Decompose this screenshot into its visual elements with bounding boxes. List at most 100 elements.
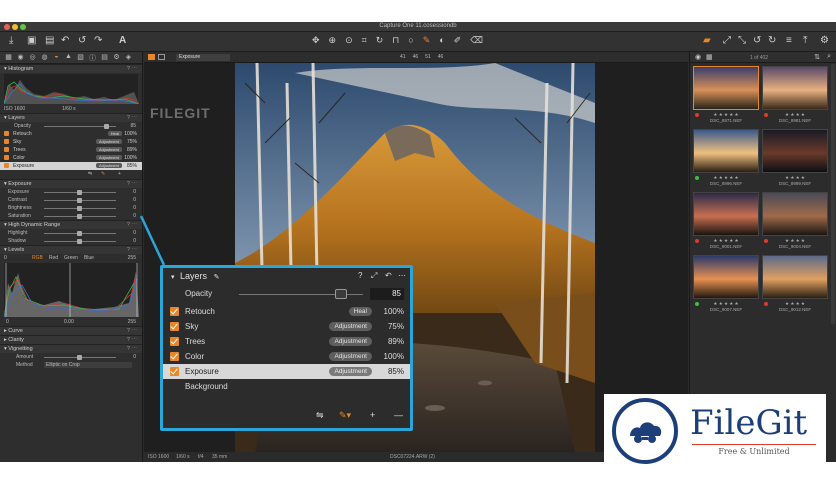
popup-opacity-knob[interactable] <box>335 289 347 299</box>
popup-layer-checkbox[interactable] <box>170 322 179 331</box>
slider-value[interactable]: 0 <box>133 229 136 237</box>
popup-brush-icon[interactable]: ✎▾ <box>339 410 351 421</box>
opacity-knob[interactable] <box>104 124 109 129</box>
histogram-header[interactable]: ▾ Histogram? ⋯ <box>0 64 142 73</box>
popup-layer-row[interactable]: Color Adjustment 100% <box>163 349 410 364</box>
opacity-slider[interactable] <box>44 124 116 129</box>
popup-mask-icon[interactable]: ⇋ <box>316 410 324 421</box>
batch-tab-icon[interactable]: ⚙ <box>112 53 121 62</box>
zoom-tab[interactable]: 51 <box>425 54 431 60</box>
popup-edit-icon[interactable]: ✎ <box>214 274 220 281</box>
layer-checkbox[interactable] <box>4 139 9 144</box>
color-tab-icon[interactable]: ◍ <box>40 53 49 62</box>
layer-row[interactable]: Sky Adjustment 75% <box>0 138 142 146</box>
method-select[interactable]: Elliptic on Crop <box>44 362 132 368</box>
camera-icon[interactable]: ▣ <box>27 35 36 47</box>
levels-input-low[interactable]: 0 <box>6 319 9 325</box>
adjust-slider[interactable] <box>44 206 116 211</box>
capture-tab-icon[interactable]: ◉ <box>16 53 25 62</box>
slider-value[interactable]: 0 <box>133 196 136 204</box>
rotate-icon[interactable]: ↻ <box>376 35 384 48</box>
add-layer-icon[interactable]: + <box>118 170 121 178</box>
rotate-right-icon[interactable]: ↻ <box>768 35 776 47</box>
slider-knob[interactable] <box>77 214 82 219</box>
popup-help-icon[interactable]: ? <box>358 268 362 284</box>
clarity-header[interactable]: ▸ Clarity? ⋯ <box>0 335 142 344</box>
zoom-tab[interactable]: 41 <box>400 54 406 60</box>
layer-mask-icon[interactable]: ⇋ <box>88 170 92 178</box>
color-tag-icon[interactable] <box>764 239 768 243</box>
layer-checkbox[interactable] <box>4 147 9 152</box>
eye-icon[interactable]: ◉ <box>695 53 701 61</box>
mask-icon[interactable]: ◐ <box>439 35 444 48</box>
layer-checkbox[interactable] <box>4 155 9 160</box>
levels-low[interactable]: 0 <box>4 255 7 261</box>
layer-row[interactable]: Trees Adjustment 89% <box>0 146 142 154</box>
color-tag-icon[interactable] <box>695 113 699 117</box>
vignetting-help-icon[interactable]: ? ⋯ <box>127 346 137 353</box>
rotate-left-icon[interactable]: ↺ <box>753 35 761 47</box>
help-icon[interactable]: ? ⋯ <box>127 66 137 73</box>
levels-channel-tab[interactable]: Blue <box>84 254 94 262</box>
popup-opacity-slider[interactable] <box>239 289 363 299</box>
amount-value[interactable]: 0 <box>133 353 136 361</box>
layers-help-icon[interactable]: ? ⋯ <box>127 115 137 122</box>
hdr-help-icon[interactable]: ? ⋯ <box>127 222 137 229</box>
hdr-header[interactable]: ▾ High Dynamic Range? ⋯ <box>0 220 142 229</box>
slider-value[interactable]: 0 <box>133 237 136 245</box>
thumbnail[interactable] <box>693 129 759 173</box>
thumbnail[interactable] <box>693 192 759 236</box>
popup-copy-icon[interactable]: ⤢ <box>371 268 377 284</box>
levels-input-mid[interactable]: 0.00 <box>64 318 74 326</box>
process-icon[interactable]: ⚙ <box>820 35 829 47</box>
spot-icon[interactable]: ○ <box>408 35 413 48</box>
slider-value[interactable]: 0 <box>133 212 136 220</box>
crop-icon[interactable]: ⌗ <box>362 35 367 48</box>
levels-header[interactable]: ▾ Levels? ⋯ <box>0 245 142 254</box>
detail-tab-icon[interactable]: ▲ <box>64 53 73 62</box>
zoom-tab[interactable]: 46 <box>438 54 444 60</box>
exposure-help-icon[interactable]: ? ⋯ <box>127 181 137 188</box>
adjust-slider[interactable] <box>44 190 116 195</box>
popup-remove-layer-icon[interactable]: — <box>394 410 403 420</box>
stamp-icon[interactable]: ⊙ <box>345 35 353 48</box>
library-tab-icon[interactable]: ▦ <box>4 53 13 62</box>
popup-layer-row[interactable]: Exposure Adjustment 85% <box>163 364 410 379</box>
layer-row[interactable]: Color Adjustment 100% <box>0 154 142 162</box>
popup-layer-checkbox[interactable] <box>170 337 179 346</box>
compare-icon[interactable]: ⤡ <box>738 35 746 47</box>
amount-slider[interactable] <box>44 355 116 360</box>
browser-sort-icon[interactable]: ⇅ <box>814 53 820 61</box>
zoom-tab[interactable]: 46 <box>413 54 419 60</box>
thumbnail[interactable] <box>762 66 828 110</box>
text-icon[interactable]: A <box>119 35 126 47</box>
clarity-help-icon[interactable]: ? ⋯ <box>127 337 137 344</box>
popup-layer-row[interactable]: Retouch Heal 100% <box>163 304 410 319</box>
popup-layer-row[interactable]: Trees Adjustment 89% <box>163 334 410 349</box>
popup-menu-icon[interactable]: ⋯ <box>398 268 406 284</box>
adjust-slider[interactable] <box>44 198 116 203</box>
folder-icon[interactable]: ▤ <box>45 35 54 47</box>
grid-mode-icon[interactable] <box>158 54 165 60</box>
metadata-tab-icon[interactable]: ⓘ <box>88 53 97 62</box>
adjust-slider[interactable] <box>44 239 116 244</box>
thumbnail[interactable] <box>762 255 828 299</box>
curve-help-icon[interactable]: ? ⋯ <box>127 328 137 335</box>
color-tag-icon[interactable] <box>695 176 699 180</box>
slider-knob[interactable] <box>77 190 82 195</box>
levels-channel-tab[interactable]: Red <box>49 254 58 262</box>
styles-tab-icon[interactable]: ◈ <box>124 53 133 62</box>
levels-help-icon[interactable]: ? ⋯ <box>127 247 137 254</box>
expand-icon[interactable]: ⤢ <box>723 35 731 47</box>
color-tag-icon[interactable] <box>764 176 768 180</box>
browser-scrollbar[interactable] <box>831 64 835 324</box>
slider-value[interactable]: 0 <box>133 204 136 212</box>
layer-brush-icon[interactable]: ✎ <box>101 170 105 178</box>
popup-layer-checkbox[interactable] <box>170 307 179 316</box>
slider-knob[interactable] <box>77 198 82 203</box>
layers-header[interactable]: ▾ Layers? ⋯ <box>0 113 142 122</box>
vignetting-header[interactable]: ▾ Vignetting? ⋯ <box>0 344 142 353</box>
slider-knob[interactable] <box>77 231 82 236</box>
preset-select[interactable]: Exposure <box>176 54 230 61</box>
popup-layer-checkbox[interactable] <box>170 367 179 376</box>
